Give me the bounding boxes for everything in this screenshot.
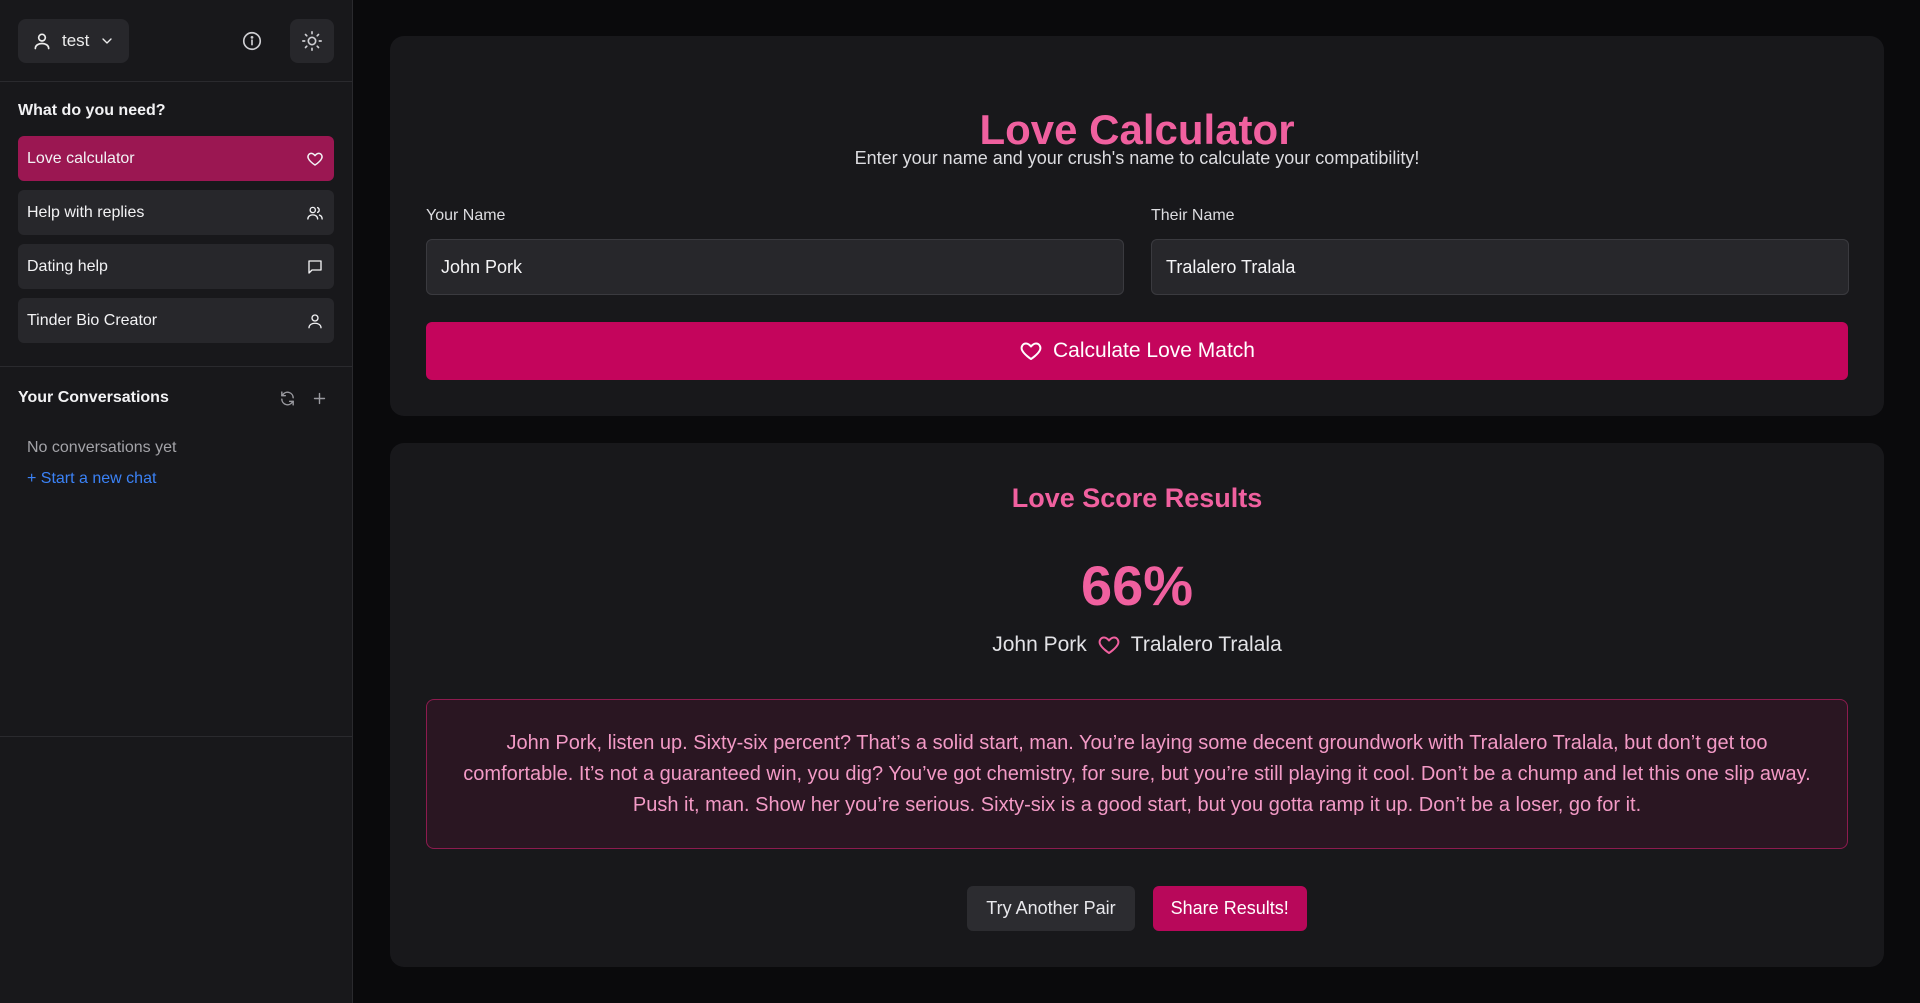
sidebar: test What do you need? Love calculator H…	[0, 0, 353, 1003]
sidebar-item-tinder-bio-creator[interactable]: Tinder Bio Creator	[18, 298, 334, 343]
heart-icon	[1098, 636, 1120, 654]
users-icon	[307, 206, 323, 220]
empty-conversations-text: No conversations yet	[27, 439, 177, 456]
calculate-button-label: Calculate Love Match	[1053, 339, 1255, 362]
result-actions: Try Another Pair Share Results!	[390, 886, 1884, 931]
user-menu-button[interactable]: test	[18, 18, 130, 63]
refresh-button[interactable]	[271, 384, 303, 412]
user-name: test	[62, 30, 90, 50]
result-message: John Pork, listen up. Sixty-six percent?…	[463, 731, 1811, 816]
divider	[0, 736, 353, 737]
result-message-box: John Pork, listen up. Sixty-six percent?…	[426, 699, 1848, 849]
tools-heading: What do you need?	[18, 102, 166, 119]
page-subtitle: Enter your name and your crush's name to…	[854, 148, 1420, 168]
sidebar-item-help-with-replies[interactable]: Help with replies	[18, 190, 334, 235]
your-name-label: Your Name	[426, 207, 506, 224]
share-results-button[interactable]: Share Results!	[1152, 886, 1307, 931]
their-name-label: Their Name	[1151, 207, 1235, 224]
info-button[interactable]	[230, 19, 274, 63]
plus-icon	[313, 392, 325, 404]
love-score-results-card: Love Score Results 66% John Pork Tralale…	[390, 443, 1884, 967]
tools-section: What do you need? Love calculator Help w…	[0, 82, 352, 343]
sidebar-item-label: Tinder Bio Creator	[27, 311, 158, 329]
new-conversation-button[interactable]	[303, 384, 335, 412]
heart-icon	[307, 152, 323, 166]
start-new-chat-link[interactable]: + Start a new chat	[27, 470, 156, 488]
love-calculator-card: Love Calculator Enter your name and your…	[390, 36, 1884, 416]
conversations-header: Your Conversations	[18, 384, 335, 412]
name-one: John Pork	[992, 633, 1087, 656]
name-pair: John Pork Tralalero Tralala	[390, 633, 1884, 657]
love-score-value: 66%	[1080, 554, 1194, 617]
their-name-input[interactable]: Tralalero Tralala	[1151, 239, 1849, 295]
name-two: Tralalero Tralala	[1130, 633, 1282, 656]
heart-icon	[1020, 342, 1042, 360]
refresh-icon	[280, 390, 294, 406]
sidebar-item-label: Love calculator	[27, 149, 135, 167]
your-name-input[interactable]: John Pork	[426, 239, 1124, 295]
chevron-down-icon	[102, 37, 113, 44]
try-another-pair-button[interactable]: Try Another Pair	[967, 886, 1135, 931]
sidebar-item-label: Dating help	[27, 257, 108, 275]
sun-icon	[302, 30, 322, 51]
user-icon	[308, 313, 322, 328]
info-icon	[242, 31, 262, 50]
message-icon	[308, 259, 322, 274]
user-icon	[34, 33, 50, 49]
theme-toggle-button[interactable]	[290, 18, 334, 63]
results-title: Love Score Results	[1011, 483, 1263, 513]
calculate-love-match-button[interactable]: Calculate Love Match	[426, 322, 1848, 380]
sidebar-item-label: Help with replies	[27, 203, 145, 221]
page-title: Love Calculator	[979, 106, 1295, 153]
divider	[0, 366, 353, 367]
sidebar-item-love-calculator[interactable]: Love calculator	[18, 136, 334, 181]
conversations-heading: Your Conversations	[18, 389, 169, 406]
sidebar-item-dating-help[interactable]: Dating help	[18, 244, 334, 289]
sidebar-header: test	[0, 0, 352, 82]
